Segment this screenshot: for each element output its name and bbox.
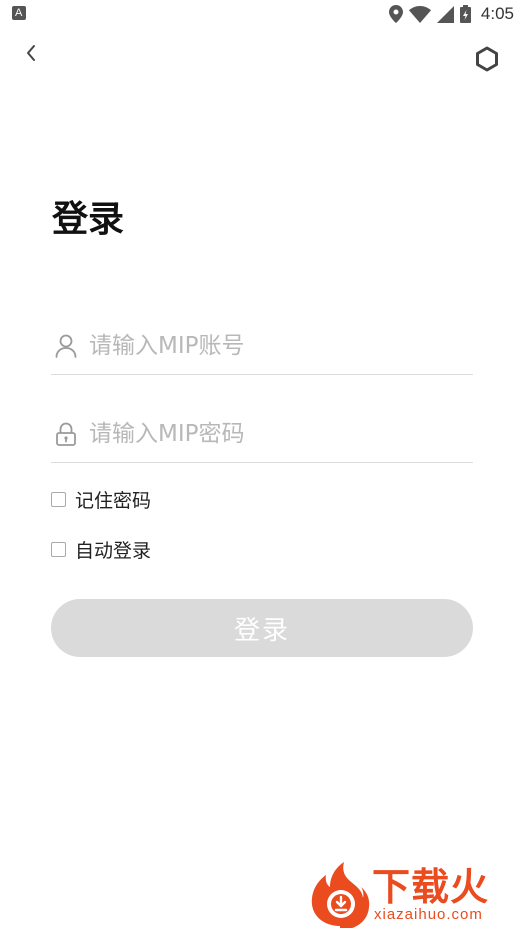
watermark-title: 下载火 bbox=[372, 865, 490, 909]
auto-login-checkbox[interactable]: 自动登录 bbox=[51, 535, 151, 563]
back-button[interactable] bbox=[18, 40, 44, 66]
login-button[interactable]: 登录 bbox=[51, 599, 473, 657]
remember-password-box[interactable] bbox=[51, 491, 66, 507]
account-field bbox=[51, 318, 473, 375]
page-title: 登录 bbox=[52, 199, 125, 240]
status-time: 4:05 bbox=[480, 4, 514, 23]
chevron-left-icon bbox=[27, 45, 35, 61]
status-icons: 4:05 bbox=[388, 4, 514, 24]
remember-password-label: 记住密码 bbox=[75, 489, 152, 512]
password-input[interactable] bbox=[89, 414, 459, 454]
auto-login-box[interactable] bbox=[51, 541, 66, 557]
user-icon bbox=[55, 334, 77, 358]
remember-password-checkbox[interactable]: 记住密码 bbox=[51, 485, 151, 513]
flame-logo-icon bbox=[311, 862, 370, 928]
status-bar: 4:05 bbox=[0, 0, 524, 28]
cell-signal-icon bbox=[436, 5, 454, 23]
wifi-icon bbox=[408, 5, 431, 23]
hexagon-settings-icon bbox=[476, 46, 498, 72]
lock-icon bbox=[56, 422, 76, 446]
account-input[interactable] bbox=[89, 326, 459, 366]
watermark: 下载火 xiazaihuo.com bbox=[306, 862, 518, 928]
auto-login-label: 自动登录 bbox=[75, 539, 152, 562]
battery-icon bbox=[459, 5, 471, 23]
settings-button[interactable] bbox=[472, 44, 502, 74]
location-icon bbox=[388, 5, 403, 23]
watermark-domain: xiazaihuo.com bbox=[374, 906, 483, 923]
password-field bbox=[51, 406, 473, 463]
app-notification-icon bbox=[12, 6, 26, 20]
